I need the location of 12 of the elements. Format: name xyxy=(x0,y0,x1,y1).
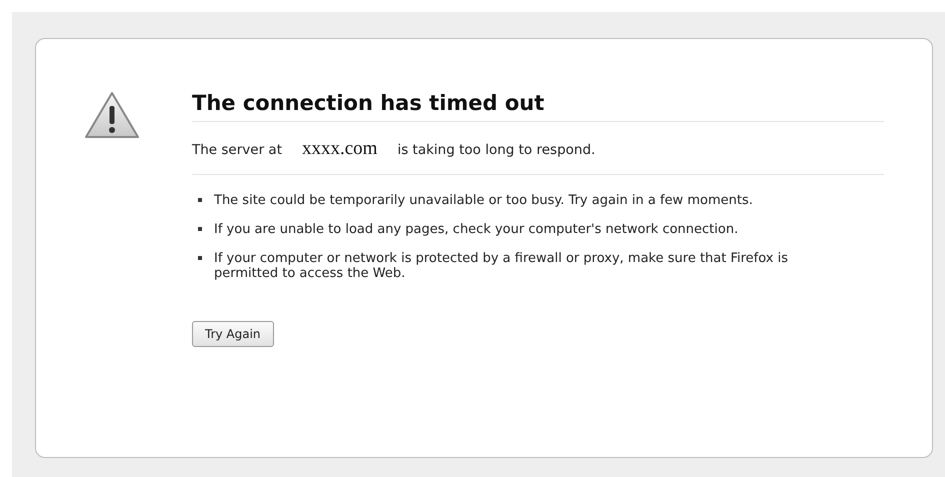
bullet-icon xyxy=(198,198,202,202)
message-text: The server at xyxy=(192,142,282,158)
suggestion-text: If you are unable to load any pages, check your computer's network connection. xyxy=(214,222,804,237)
bullet-icon xyxy=(198,227,202,231)
message-text: is taking too long to respond. xyxy=(397,142,596,158)
server-host: xxxx.com xyxy=(302,138,378,160)
error-title: The connection has timed out xyxy=(192,91,884,122)
suggestion-text: If your computer or network is protected by a firewall or proxy, make sure that Firefox is permitted to access the Web. xyxy=(214,251,804,281)
try-again-button[interactable]: Try Again xyxy=(192,321,274,347)
suggestion-text: The site could be temporarily unavailable or too busy. Try again in a few moments. xyxy=(214,193,804,208)
bullet-icon xyxy=(198,256,202,260)
warning-icon xyxy=(84,91,140,139)
